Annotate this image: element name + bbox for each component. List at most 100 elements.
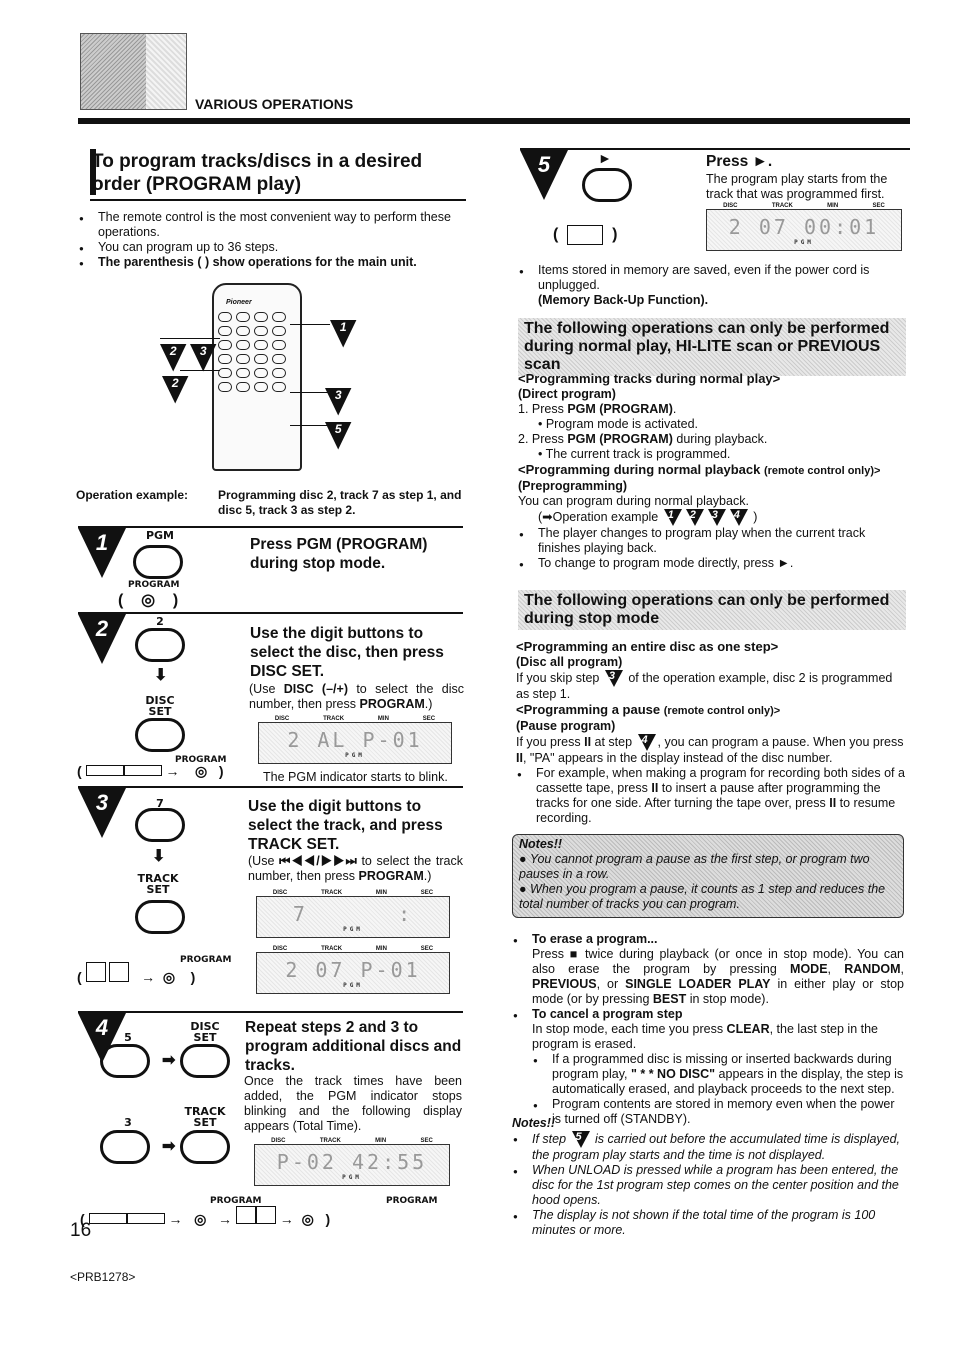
text-segment: II (584, 734, 592, 749)
step-2-marker: 2 (78, 614, 126, 664)
lcd-display-step3a: DISC TRACK MIN SEC 7 : PGM (256, 890, 450, 938)
step-5-marker: 5 (520, 150, 568, 200)
track-set-label: TRACK SET (137, 872, 179, 896)
digit-5-button[interactable] (100, 1044, 150, 1078)
lcd-text: 2 07 00:01 (728, 215, 880, 239)
pgm-button[interactable] (133, 545, 183, 579)
step-4-heading: Repeat steps 2 and 3 to program addition… (245, 1019, 462, 1074)
notes-item: ● You cannot program a pause as the firs… (519, 852, 870, 881)
lcd-text: 7 : (292, 902, 414, 926)
section-heading: <Programming tracks during normal play> (518, 371, 781, 386)
step-marker-2: 2 (160, 344, 187, 372)
arrow-down-icon: ⬇ (154, 667, 168, 684)
notes-box: Notes!! ● You cannot program a pause as … (512, 834, 904, 918)
unit-track-buttons[interactable]: ( → ◎ ) (77, 962, 195, 986)
arrow-right-icon: ➡ (162, 1052, 176, 1069)
page-title: To program tracks/discs in a desired ord… (92, 150, 422, 196)
list-item: When UNLOAD is pressed while a program h… (512, 1163, 904, 1208)
digit-7-button[interactable] (135, 808, 185, 842)
unit-disc-buttons[interactable]: ( → ◎ ) (77, 763, 224, 780)
unit-play-button[interactable]: ( ) (553, 225, 617, 245)
erase-cancel-list: To erase a program...Press ■ twice durin… (512, 932, 904, 1127)
notes-title: Notes!! (512, 1116, 556, 1130)
text-segment: , "PA" appears in the display instead of… (522, 751, 833, 765)
step-marker-1: 1 (330, 320, 357, 348)
memory-item: Items stored in memory are saved, even i… (518, 263, 910, 308)
text-segment: 2. Press (518, 432, 568, 446)
list-item: The display is not shown if the total ti… (512, 1208, 904, 1238)
intro-item: The remote control is the most convenien… (78, 210, 468, 240)
step-5-heading: Press ►. (706, 153, 773, 170)
section-heading: <Programming during normal playback (518, 462, 764, 477)
title-line-2: order (PROGRAM play) (92, 174, 302, 195)
paragraph: If you skip step 3 of the operation exam… (516, 670, 908, 702)
step-4-note: Once the track times have been added, th… (244, 1074, 462, 1133)
text-segment: PGM (PROGRAM) (567, 402, 673, 416)
track-set-button[interactable] (135, 900, 185, 934)
text-segment: BEST (652, 992, 687, 1006)
section-subheading: (Direct program) (518, 387, 616, 401)
lcd-display-step2: DISC TRACK MIN SEC 2 AL P-01 PGM (258, 716, 452, 764)
section-title: VARIOUS OPERATIONS (195, 96, 354, 112)
step-3-heading: Use the digit buttons to select the trac… (248, 798, 443, 853)
paragraph: You can program during normal playback. (518, 494, 749, 508)
remote-control-illustration: Pioneer (212, 283, 302, 471)
text-segment: SINGLE LOADER PLAY (625, 977, 771, 991)
pgm-indicator: PGM (342, 1174, 362, 1181)
step-marker-5: 5 (325, 422, 352, 450)
list-item: To change to program mode directly, pres… (518, 556, 910, 572)
remote-keypad (214, 308, 300, 396)
section-heading: <Programming an entire disc as one step> (516, 639, 779, 654)
step-marker-icon: 4 (637, 734, 656, 751)
disc-set-button[interactable] (135, 718, 185, 752)
step-marker-icon: 1 (663, 509, 682, 526)
track-set-button[interactable] (180, 1130, 230, 1164)
step-3-note: (Use ⏮◀◀/▶▶⏭ to select the track number,… (248, 854, 463, 884)
step-marker-icon: 5 (571, 1131, 590, 1148)
play-button[interactable] (582, 168, 632, 202)
lcd-text: 2 AL P-01 (287, 728, 423, 752)
lcd-text: P-02 42:55 (276, 1150, 428, 1174)
text-segment: If step (532, 1131, 570, 1146)
notes-title: Notes!! (519, 837, 563, 851)
text-segment: ⏮◀◀/▶▶⏭ (279, 854, 357, 868)
digit-key-label: 2 (156, 615, 164, 628)
track-set-label: TRACK SET (184, 1105, 226, 1129)
text-segment: , (900, 962, 904, 976)
lcd-display-step5: DISC TRACK MIN SEC 2 07 00:01 PGM (706, 203, 902, 251)
intro-list: The remote control is the most convenien… (78, 210, 468, 271)
digit-2-button[interactable] (135, 628, 185, 662)
digit-3-button[interactable] (100, 1130, 150, 1164)
text-segment: II (516, 751, 523, 765)
operation-example-label: Operation example: (76, 488, 189, 502)
text-segment: (Use (248, 854, 280, 868)
list-item: For example, when making a program for r… (516, 766, 908, 826)
section-subheading: (Pause program) (516, 719, 616, 733)
list-item: 2. Press PGM (PROGRAM) during playback. (518, 432, 910, 447)
text-segment: (Use (249, 682, 284, 696)
step-marker-icon: 4 (729, 509, 748, 526)
list-item: 1. Press PGM (PROGRAM). (518, 402, 910, 417)
text-segment: " * * NO DISC" (630, 1067, 716, 1081)
list-item: To cancel a program stepIn stop mode, ea… (512, 1007, 904, 1127)
step-2-heading: Use the digit buttons to select the disc… (250, 625, 444, 680)
unit-repeat-buttons[interactable]: ( → ◎ → → ◎ ) (80, 1206, 330, 1228)
text-segment: . (672, 402, 677, 416)
digit-key-label: 3 (124, 1116, 132, 1129)
text-segment: .) (423, 869, 432, 883)
pgm-key-label: PGM (145, 529, 175, 542)
paragraph: If you press II at step 4, you can progr… (516, 734, 908, 766)
unit-program-button[interactable]: ( ◎ ) (118, 590, 178, 610)
text-segment: RANDOM (844, 962, 901, 976)
text-segment: , you can program a pause. When you pres… (657, 734, 904, 749)
disc-set-button[interactable] (180, 1044, 230, 1078)
list-item: The player changes to program play when … (518, 526, 910, 556)
text-segment: PROGRAM (358, 869, 424, 883)
play-icon: ► (598, 150, 612, 166)
intro-item: The parenthesis ( ) show operations for … (78, 255, 468, 271)
step-2-caption: The PGM indicator starts to blink. (263, 770, 448, 784)
text-segment: , or (596, 977, 626, 991)
text-segment: When UNLOAD is pressed while a program h… (532, 1163, 899, 1207)
lcd-text: 2 07 P-01 (285, 958, 421, 982)
remote-brand: Pioneer (226, 299, 252, 306)
